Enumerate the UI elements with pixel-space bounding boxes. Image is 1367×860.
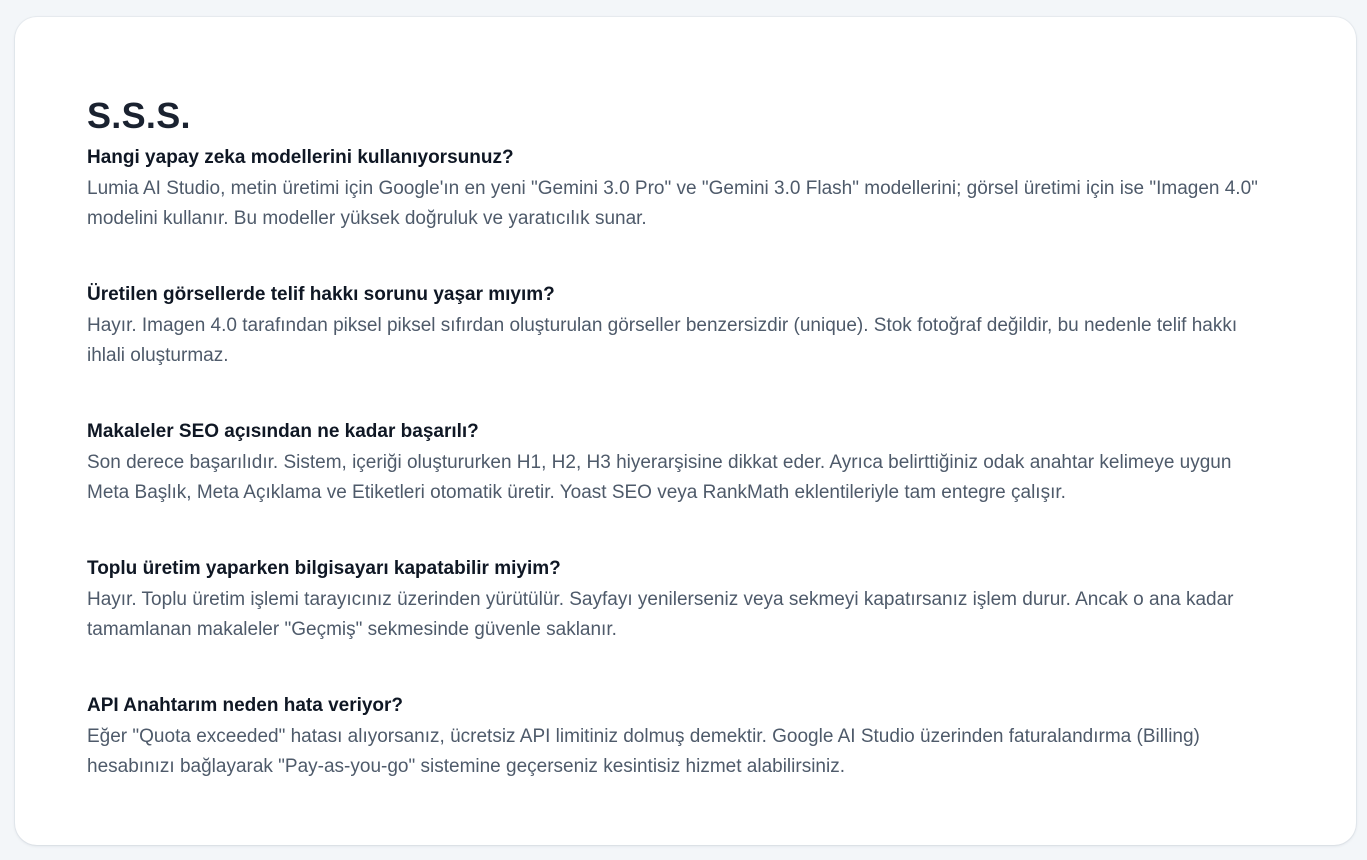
- faq-card: S.S.S. Hangi yapay zeka modellerini kull…: [15, 17, 1356, 845]
- faq-question: Toplu üretim yaparken bilgisayarı kapata…: [87, 558, 561, 579]
- faq-item: Hangi yapay zeka modellerini kullanıyors…: [87, 145, 1287, 233]
- faq-item: Makaleler SEO açısından ne kadar başarıl…: [87, 419, 1287, 507]
- faq-question: Üretilen görsellerde telif hakkı sorunu …: [87, 284, 555, 305]
- faq-answer: Hayır. Toplu üretim işlemi tarayıcınız ü…: [87, 589, 1234, 640]
- faq-item: Üretilen görsellerde telif hakkı sorunu …: [87, 282, 1287, 370]
- faq-item: API Anahtarım neden hata veriyor? Eğer "…: [87, 693, 1287, 781]
- faq-question: API Anahtarım neden hata veriyor?: [87, 695, 404, 716]
- faq-answer: Lumia AI Studio, metin üretimi için Goog…: [87, 178, 1258, 229]
- faq-answer: Hayır. Imagen 4.0 tarafından piksel piks…: [87, 315, 1238, 366]
- faq-answer: Eğer "Quota exceeded" hatası alıyorsanız…: [87, 726, 1200, 777]
- page-title: S.S.S.: [87, 95, 191, 136]
- faq-question: Hangi yapay zeka modellerini kullanıyors…: [87, 147, 514, 168]
- faq-list: Hangi yapay zeka modellerini kullanıyors…: [87, 145, 1287, 830]
- faq-question: Makaleler SEO açısından ne kadar başarıl…: [87, 421, 479, 442]
- faq-item: Toplu üretim yaparken bilgisayarı kapata…: [87, 556, 1287, 644]
- faq-answer: Son derece başarılıdır. Sistem, içeriği …: [87, 452, 1232, 503]
